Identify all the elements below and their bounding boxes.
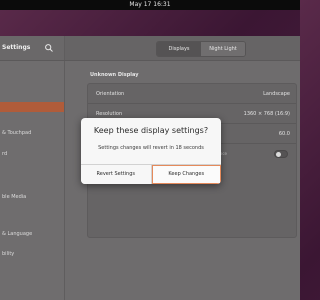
search-icon[interactable] [44,43,54,53]
refresh-rate-value: 60.0 [278,131,290,137]
dialog-message: Settings changes will revert in 18 secon… [98,145,204,151]
orientation-label: Orientation [96,91,125,97]
sidebar-item-keyboard[interactable]: rd [0,149,64,159]
orientation-row[interactable]: Orientation Landscape [88,84,296,104]
keep-settings-dialog: Keep these display settings? Settings ch… [81,118,221,184]
sidebar-item-accessibility[interactable]: bility [0,249,64,259]
sidebar-item-mouse-touchpad[interactable]: & Touchpad [0,128,64,138]
resolution-value: 1360 × 768 (16:9) [243,111,290,117]
sidebar-header: Settings [0,36,65,60]
header-bar: Settings Displays Night Light [0,36,300,61]
display-tabs: Displays Night Light [156,41,246,57]
fractional-scaling-toggle[interactable] [274,150,288,158]
orientation-value: Landscape [263,91,290,97]
sidebar: & Touchpad rd ble Media & Language bilit… [0,61,65,300]
top-bar: May 17 16:31 [0,0,300,10]
tab-night-light[interactable]: Night Light [201,42,245,56]
keep-changes-button[interactable]: Keep Changes [151,165,221,184]
tab-displays[interactable]: Displays [157,42,201,56]
revert-settings-button[interactable]: Revert Settings [81,165,152,184]
sidebar-item-displays[interactable] [0,102,64,112]
display-name: Unknown Display [90,72,139,78]
clock[interactable]: May 17 16:31 [129,1,170,8]
sidebar-item-removable-media[interactable]: ble Media [0,192,64,202]
dialog-actions: Revert Settings Keep Changes [81,164,221,184]
dialog-title: Keep these display settings? [93,126,209,135]
sidebar-title: Settings [2,44,31,51]
sidebar-item-region-language[interactable]: & Language [0,229,64,239]
toggle-knob [276,152,281,157]
